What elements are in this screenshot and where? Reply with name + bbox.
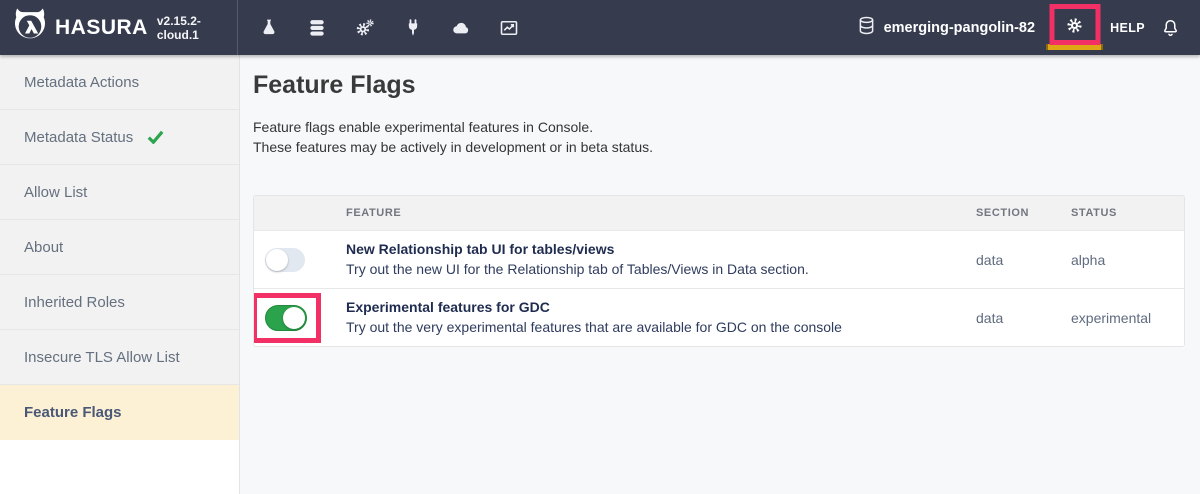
api-flask-icon[interactable] <box>259 18 279 38</box>
toggle-knob <box>266 248 288 271</box>
sidebar-item-feature-flags[interactable]: Feature Flags <box>0 385 239 440</box>
settings-active-indicator <box>1046 44 1104 50</box>
remote-schemas-plug-icon[interactable] <box>403 18 423 38</box>
project-name: emerging-pangolin-82 <box>883 19 1036 36</box>
project-database-icon <box>856 15 877 41</box>
feature-cell: Experimental features for GDC Try out th… <box>346 289 976 346</box>
feature-flag-toggle[interactable] <box>265 304 307 331</box>
sidebar-item-label: Inherited Roles <box>24 293 125 311</box>
gear-icon <box>1066 17 1083 39</box>
brand-name: HASURA <box>55 15 148 39</box>
sidebar-item-label: Metadata Status <box>24 128 134 146</box>
page-description: Feature flags enable experimental featur… <box>253 117 1185 157</box>
sidebar-item-metadata-actions[interactable]: Metadata Actions <box>0 55 239 110</box>
feature-description: Try out the very experimental features t… <box>346 319 842 335</box>
feature-title: New Relationship tab UI for tables/views <box>346 241 615 257</box>
sidebar-item-metadata-status[interactable]: Metadata Status <box>0 110 239 165</box>
toggle-knob <box>283 306 305 329</box>
feature-section: data <box>976 309 1004 326</box>
events-cloud-icon[interactable] <box>451 18 471 38</box>
sidebar-item-label: Metadata Actions <box>24 73 140 91</box>
sidebar-item-inherited-roles[interactable]: Inherited Roles <box>0 275 239 330</box>
actions-cogs-icon[interactable] <box>355 18 375 38</box>
feature-description: Try out the new UI for the Relationship … <box>346 261 809 277</box>
monitoring-chart-icon[interactable] <box>499 18 519 38</box>
sidebar-item-allow-list[interactable]: Allow List <box>0 165 239 220</box>
hasura-console-page: HASURA v2.15.2-cloud.1 emerging-pangolin… <box>0 0 1200 494</box>
feature-cell: New Relationship tab UI for tables/views… <box>346 231 976 288</box>
settings-sidebar: Metadata Actions Metadata Status Allow L… <box>0 55 240 494</box>
sidebar-item-label: Feature Flags <box>24 404 122 421</box>
feature-title: Experimental features for GDC <box>346 299 550 315</box>
header-feature: FEATURE <box>346 207 402 219</box>
table-header-row: FEATURE SECTION STATUS <box>254 196 1184 230</box>
page-description-line1: Feature flags enable experimental featur… <box>253 119 594 135</box>
sidebar-item-label: About <box>24 238 64 256</box>
metadata-status-check-icon <box>147 130 164 144</box>
help-button[interactable]: HELP <box>1110 21 1145 35</box>
primary-nav <box>259 0 519 55</box>
sidebar-item-label: Insecure TLS Allow List <box>24 348 180 366</box>
feature-flag-row: New Relationship tab UI for tables/views… <box>254 230 1184 288</box>
header-status: STATUS <box>1071 207 1117 219</box>
header-section: SECTION <box>976 207 1030 219</box>
data-database-icon[interactable] <box>307 18 327 38</box>
project-selector[interactable]: emerging-pangolin-82 <box>856 15 1035 41</box>
sidebar-item-about[interactable]: About <box>0 220 239 275</box>
feature-flag-row: Experimental features for GDC Try out th… <box>254 288 1184 346</box>
feature-flag-toggle[interactable] <box>265 247 305 272</box>
feature-status: alpha <box>1071 251 1106 268</box>
page-title: Feature Flags <box>253 71 416 99</box>
tab-settings[interactable] <box>1046 0 1104 55</box>
feature-flags-table: FEATURE SECTION STATUS New Relationship … <box>253 195 1185 347</box>
hasura-logo-icon <box>12 7 48 48</box>
feature-status: experimental <box>1071 309 1152 326</box>
notifications-bell-icon[interactable] <box>1161 18 1180 38</box>
toggle-cell <box>254 231 346 288</box>
version-label: v2.15.2-cloud.1 <box>156 13 201 42</box>
toggle-cell <box>254 289 346 346</box>
page-description-line2: These features may be actively in develo… <box>253 139 653 155</box>
main-content: Feature Flags Feature flags enable exper… <box>240 55 1200 494</box>
sidebar-item-insecure-tls-allow-list[interactable]: Insecure TLS Allow List <box>0 330 239 385</box>
navbar-right: emerging-pangolin-82 HELP <box>856 0 1200 55</box>
feature-section: data <box>976 251 1004 268</box>
top-navbar: HASURA v2.15.2-cloud.1 emerging-pangolin… <box>0 0 1200 55</box>
hasura-logo-link[interactable]: HASURA v2.15.2-cloud.1 <box>0 0 238 55</box>
sidebar-item-label: Allow List <box>24 183 88 201</box>
